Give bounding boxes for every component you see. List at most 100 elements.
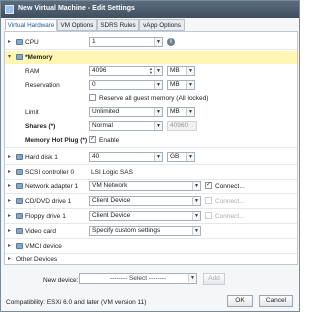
shares-number: 40960 — [170, 122, 189, 129]
reserve-all-label: Reserve all guest memory (All locked) — [99, 95, 209, 102]
ram-input[interactable]: 4096 ▲ ▼ ▼ — [89, 66, 163, 76]
expand-icon[interactable]: ▸ — [8, 256, 14, 262]
floppy-row: ▸ Floppy drive 1 Client Device ▼ Connect… — [5, 210, 297, 224]
cddvd-value: Client Device — [92, 197, 131, 204]
window-title: New Virtual Machine - Edit Settings — [18, 5, 135, 12]
hard-disk-unit-select[interactable]: GB ▼ — [167, 152, 195, 162]
expand-icon[interactable]: ▸ — [8, 154, 14, 160]
virtual-hardware-panel: ▸ CPU 1 ▼ i ▾ *Memory RAM 4096 ▲▼ ▼ MB — [4, 31, 298, 265]
limit-unit-select[interactable]: MB ▼ — [167, 107, 195, 117]
chevron-down-icon: ▼ — [192, 212, 200, 220]
chevron-down-icon: ▼ — [186, 67, 194, 75]
expand-icon[interactable]: ▸ — [8, 243, 14, 249]
vm-icon — [5, 5, 14, 14]
new-device-value: -------- Select -------- — [109, 275, 167, 282]
vmci-label: VMCI device — [25, 243, 62, 250]
scsi-icon — [16, 169, 23, 175]
shares-number-input: 40960 — [167, 121, 197, 131]
expand-icon[interactable]: ▸ — [8, 183, 14, 189]
hard-disk-size-input[interactable]: 40 ▼ — [89, 152, 163, 162]
info-icon[interactable]: i — [167, 38, 175, 46]
network-select[interactable]: VM Network ▼ — [89, 181, 201, 191]
hard-disk-unit: GB — [170, 153, 180, 160]
chevron-down-icon: ▼ — [154, 81, 162, 89]
memory-label: *Memory — [25, 54, 53, 61]
network-icon — [16, 183, 23, 189]
hotplug-checkbox[interactable]: ✓ — [89, 136, 96, 143]
chevron-down-icon: ▼ — [154, 108, 162, 116]
ram-row: RAM 4096 ▲ ▼ ▼ MB ▼ — [5, 65, 297, 78]
cpu-select[interactable]: 1 ▼ — [89, 37, 163, 47]
floppy-label: Floppy drive 1 — [25, 213, 66, 220]
new-device-label: New device: — [43, 277, 79, 284]
cancel-button[interactable]: Cancel — [259, 295, 293, 307]
cddvd-select[interactable]: Client Device ▼ — [89, 196, 201, 206]
tab-virtual-hardware[interactable]: Virtual Hardware — [5, 19, 57, 31]
scsi-label: SCSI controller 0 — [25, 169, 75, 176]
expand-icon[interactable]: ▸ — [8, 198, 14, 204]
chevron-down-icon: ▼ — [186, 153, 194, 161]
cddvd-connect-label: Connect... — [215, 198, 245, 205]
chevron-down-icon: ▼ — [154, 67, 162, 75]
expand-icon[interactable]: ▸ — [8, 213, 14, 219]
cpu-label: CPU — [25, 39, 39, 46]
floppy-connect-label: Connect... — [215, 213, 245, 220]
reservation-value: 0 — [92, 81, 96, 88]
expand-icon[interactable]: ▸ — [8, 39, 14, 45]
chevron-down-icon: ▼ — [154, 122, 162, 130]
collapse-icon[interactable]: ▾ — [8, 54, 14, 60]
reservation-label: Reservation — [25, 82, 60, 89]
network-row: ▸ Network adapter 1 VM Network ▼ ✓ Conne… — [5, 180, 297, 194]
limit-input[interactable]: Unlimited ▼ — [89, 107, 163, 117]
tab-sdrs-rules[interactable]: SDRS Rules — [97, 19, 139, 31]
floppy-connect-checkbox — [205, 212, 212, 219]
limit-label: Limit — [25, 109, 39, 116]
scsi-value: LSI Logic SAS — [91, 169, 133, 176]
shares-select[interactable]: Normal ▼ — [89, 121, 163, 131]
tab-vm-options[interactable]: VM Options — [57, 19, 97, 31]
memory-icon — [16, 54, 23, 60]
video-card-row: ▸ Video card Specify custom settings ▼ — [5, 225, 297, 239]
compatibility-text: Compatibility: ESXi 6.0 and later (VM ve… — [6, 299, 147, 306]
floppy-select[interactable]: Client Device ▼ — [89, 211, 201, 221]
ram-unit-select[interactable]: MB ▼ — [167, 66, 195, 76]
new-device-select[interactable]: -------- Select -------- ▼ — [79, 273, 197, 284]
expand-icon[interactable]: ▸ — [8, 228, 14, 234]
cddvd-row: ▸ CD/DVD drive 1 Client Device ▼ Connect… — [5, 195, 297, 209]
limit-row: Limit Unlimited ▼ MB ▼ — [5, 106, 297, 119]
other-devices-row: ▸ Other Devices — [5, 253, 297, 264]
chevron-down-icon: ▼ — [154, 38, 162, 46]
edit-settings-dialog: New Virtual Machine - Edit Settings Virt… — [0, 0, 300, 312]
hotplug-row: Memory Hot Plug (*) ✓ Enable — [5, 134, 297, 148]
video-card-value: Specify custom settings — [92, 227, 161, 234]
expand-icon[interactable]: ▸ — [8, 169, 14, 175]
network-connect-checkbox[interactable]: ✓ — [205, 182, 212, 189]
scsi-row: ▸ SCSI controller 0 LSI Logic SAS — [5, 166, 297, 180]
tab-vapp-options[interactable]: vApp Options — [139, 19, 185, 31]
shares-label: Shares (*) — [25, 123, 56, 130]
add-device-button[interactable]: Add — [203, 273, 225, 285]
chevron-down-icon: ▼ — [188, 274, 196, 282]
reserve-all-checkbox[interactable] — [89, 94, 96, 101]
video-card-select[interactable]: Specify custom settings ▼ — [89, 226, 201, 236]
floppy-icon — [16, 213, 23, 219]
cpu-value: 1 — [92, 38, 96, 45]
chevron-down-icon: ▼ — [154, 153, 162, 161]
hotplug-label: Memory Hot Plug (*) — [25, 137, 88, 144]
ram-label: RAM — [25, 68, 40, 75]
ok-button[interactable]: OK — [227, 295, 253, 307]
floppy-value: Client Device — [92, 212, 131, 219]
chevron-down-icon: ▼ — [192, 227, 200, 235]
hard-disk-row: ▸ Hard disk 1 40 ▼ GB ▼ — [5, 151, 297, 165]
limit-value: Unlimited — [92, 108, 120, 115]
hard-disk-label: Hard disk 1 — [25, 154, 58, 161]
vmci-icon — [16, 243, 23, 249]
reservation-row: Reservation 0 ▼ MB ▼ — [5, 79, 297, 92]
reservation-unit-select[interactable]: MB ▼ — [167, 80, 195, 90]
reservation-input[interactable]: 0 ▼ — [89, 80, 163, 90]
cpu-row: ▸ CPU 1 ▼ i — [5, 36, 297, 50]
video-card-icon — [16, 228, 23, 234]
reservation-unit: MB — [170, 81, 180, 88]
cddvd-connect-checkbox — [205, 197, 212, 204]
hard-disk-icon — [16, 154, 23, 160]
